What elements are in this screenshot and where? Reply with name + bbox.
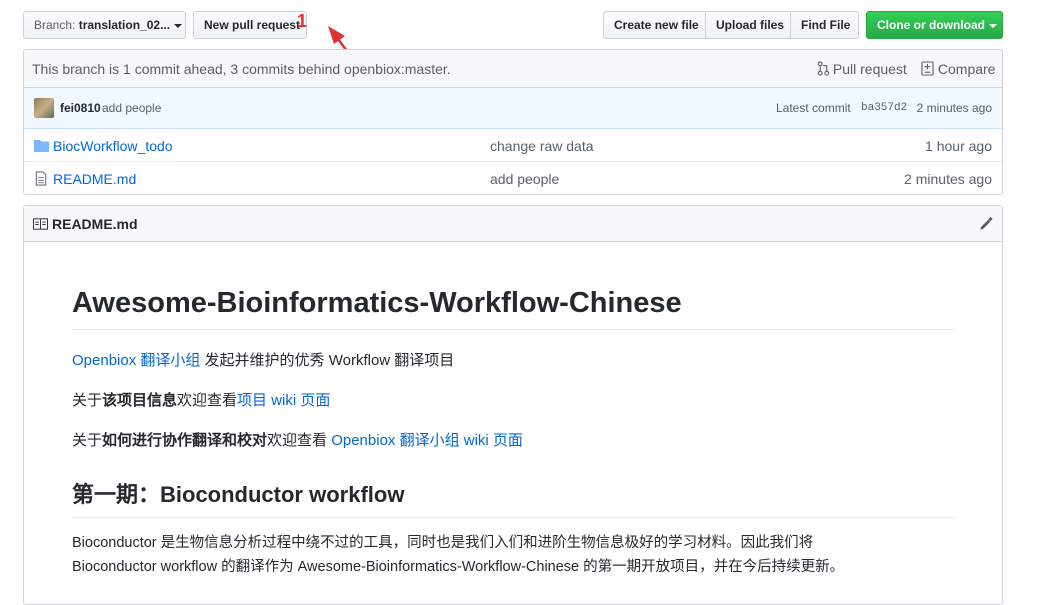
p3-prefix: 关于	[72, 432, 103, 449]
folder-icon	[34, 139, 49, 152]
file-icon	[35, 171, 47, 186]
file-row: BiocWorkflow_todo change raw data 1 hour…	[24, 129, 1002, 162]
translation-wiki-link[interactable]: Openbiox 翻译小组 wiki 页面	[331, 432, 523, 449]
commit-message[interactable]: add people	[102, 101, 161, 115]
readme-header: README.md	[24, 206, 1002, 242]
pull-request-icon	[817, 61, 829, 76]
readme-paragraph: 关于该项目信息欢迎查看项目 wiki 页面	[72, 388, 330, 413]
p1-text: 发起并维护的优秀 Workflow 翻译项目	[200, 352, 455, 369]
file-list: fei0810 add people Latest commit ba357d2…	[23, 87, 1003, 195]
p2-mid: 欢迎查看	[177, 392, 238, 409]
clone-or-download-button[interactable]: Clone or download	[866, 11, 1003, 39]
file-actions-group: Create new file Upload files Find File	[603, 11, 859, 39]
pull-request-link[interactable]: Pull request	[817, 61, 907, 77]
pull-request-label: Pull request	[832, 61, 907, 77]
pencil-icon[interactable]	[979, 217, 993, 231]
chevron-down-icon	[174, 23, 183, 28]
project-wiki-link[interactable]: 项目 wiki 页面	[237, 392, 330, 409]
new-pull-request-button[interactable]: New pull request	[193, 11, 307, 39]
branch-status-text: This branch is 1 commit ahead, 3 commits…	[32, 61, 451, 77]
compare-label: Compare	[937, 61, 996, 77]
file-age: 2 minutes ago	[904, 171, 992, 187]
p2-bold: 该项目信息	[102, 392, 178, 409]
file-commit-message[interactable]: change raw data	[490, 138, 594, 154]
p3-bold: 如何进行协作翻译和校对	[102, 432, 268, 449]
readme-paragraph: Bioconductor 是生物信息分析过程中绕不过的工具，同时也是我们入们和进…	[72, 531, 844, 579]
commit-time: 2 minutes ago	[916, 101, 992, 115]
file-row: README.md add people 2 minutes ago	[24, 162, 1002, 195]
branch-prefix: Branch:	[34, 18, 76, 32]
p4-line2: Bioconductor workflow 的翻译作为 Awesome-Bioi…	[72, 559, 845, 575]
readme-filename: README.md	[52, 216, 138, 232]
readme-section-heading: 第一期：Bioconductor workflow	[72, 479, 955, 518]
file-age: 1 hour ago	[925, 138, 992, 154]
book-icon	[33, 218, 48, 230]
compare-icon	[921, 61, 934, 76]
commit-author[interactable]: fei0810	[60, 101, 101, 115]
readme-paragraph: Openbiox 翻译小组 发起并维护的优秀 Workflow 翻译项目	[72, 348, 454, 373]
latest-commit-row: fei0810 add people Latest commit ba357d2…	[24, 88, 1002, 129]
avatar[interactable]	[34, 98, 54, 118]
openbiox-link[interactable]: Openbiox 翻译小组	[72, 352, 200, 369]
file-name-link[interactable]: BiocWorkflow_todo	[53, 138, 173, 154]
file-commit-message[interactable]: add people	[490, 171, 559, 187]
latest-commit-label: Latest commit	[776, 101, 851, 115]
readme-title: Awesome-Bioinformatics-Workflow-Chinese	[72, 285, 955, 330]
p2-prefix: 关于	[72, 392, 103, 409]
branch-info-bar: This branch is 1 commit ahead, 3 commits…	[23, 49, 1003, 87]
create-new-file-button[interactable]: Create new file	[603, 11, 706, 39]
commit-sha[interactable]: ba357d2	[861, 102, 907, 114]
branch-select-button[interactable]: Branch: translation_02...	[23, 11, 186, 39]
annotation-number: 1	[297, 11, 308, 31]
clone-label: Clone or download	[877, 18, 985, 32]
p3-mid: 欢迎查看	[267, 432, 332, 449]
compare-link[interactable]: Compare	[921, 61, 995, 77]
file-name-link[interactable]: README.md	[53, 171, 136, 187]
readme-panel: README.md Awesome-Bioinformatics-Workflo…	[23, 205, 1003, 605]
readme-paragraph: 关于如何进行协作翻译和校对欢迎查看 Openbiox 翻译小组 wiki 页面	[72, 428, 523, 453]
p4-line1: Bioconductor 是生物信息分析过程中绕不过的工具，同时也是我们入们和进…	[72, 535, 814, 551]
branch-name: translation_02...	[78, 18, 171, 32]
new-pull-request-label: New pull request	[204, 18, 301, 32]
find-file-button[interactable]: Find File	[790, 11, 859, 39]
chevron-down-icon	[989, 23, 997, 28]
upload-files-button[interactable]: Upload files	[705, 11, 791, 39]
